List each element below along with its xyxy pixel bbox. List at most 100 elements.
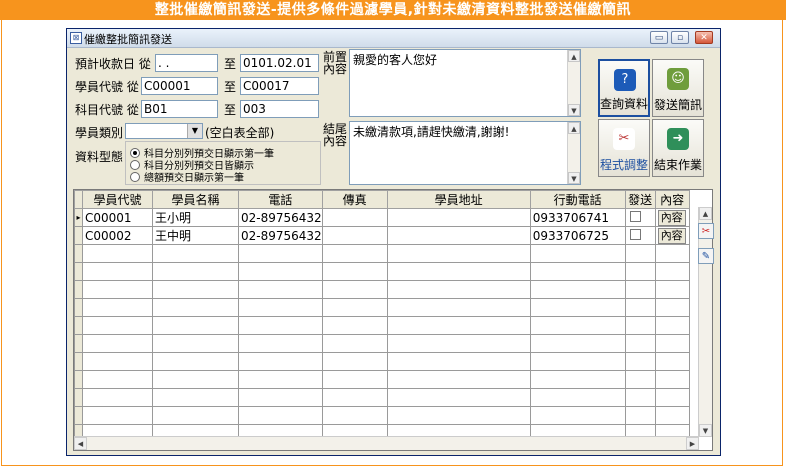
table-cell-phone[interactable] bbox=[238, 388, 323, 407]
subject-to-input[interactable]: 003 bbox=[240, 100, 319, 118]
table-cell-content[interactable] bbox=[654, 262, 690, 281]
table-cell-id[interactable] bbox=[82, 298, 153, 317]
prefix-scrollbar[interactable]: ▲ ▼ bbox=[567, 50, 580, 116]
send-sms-button[interactable]: ☺ 發送簡訊 bbox=[652, 59, 704, 117]
table-row[interactable] bbox=[74, 334, 690, 353]
send-checkbox[interactable] bbox=[629, 228, 641, 240]
table-cell-name[interactable] bbox=[152, 388, 239, 407]
table-cell-fax[interactable] bbox=[321, 298, 388, 317]
table-cell-content[interactable]: 內容 bbox=[654, 208, 690, 227]
table-cell-content[interactable] bbox=[654, 280, 690, 299]
table-cell-address[interactable] bbox=[386, 334, 531, 353]
table-cell-phone[interactable] bbox=[238, 316, 323, 335]
table-cell-address[interactable] bbox=[386, 352, 531, 371]
table-cell-content[interactable] bbox=[654, 406, 690, 425]
table-cell-send[interactable] bbox=[624, 334, 656, 353]
table-cell-fax[interactable] bbox=[321, 226, 388, 245]
table-cell-address[interactable] bbox=[386, 244, 531, 263]
table-row[interactable]: C00002 王中明 02-89756432 0933706725 內容 bbox=[74, 226, 690, 245]
table-cell-phone[interactable] bbox=[238, 352, 323, 371]
column-header[interactable]: 行動電話 bbox=[529, 190, 626, 209]
table-row[interactable] bbox=[74, 262, 690, 281]
table-cell-name[interactable] bbox=[152, 316, 239, 335]
cut-icon[interactable]: ✂ bbox=[698, 223, 714, 239]
table-cell-content[interactable]: 內容 bbox=[654, 226, 690, 245]
table-cell-name[interactable] bbox=[152, 370, 239, 389]
table-cell-content[interactable] bbox=[654, 370, 690, 389]
column-header[interactable]: 內容 bbox=[654, 190, 690, 209]
grid-vertical-scrollbar[interactable]: ▲ ▼ bbox=[698, 207, 712, 437]
table-cell-fax[interactable] bbox=[321, 244, 388, 263]
scroll-down-icon[interactable]: ▼ bbox=[568, 172, 580, 184]
table-cell-send[interactable] bbox=[624, 226, 656, 245]
table-cell-id[interactable] bbox=[82, 244, 153, 263]
table-cell-mobile[interactable] bbox=[529, 388, 626, 407]
data-grid[interactable]: 學員代號 學員名稱 電話 傳真 學員地址 行動電話 發送 內容 ▸ C00001 王… bbox=[73, 189, 713, 451]
table-cell-address[interactable] bbox=[386, 388, 531, 407]
table-cell-address[interactable] bbox=[386, 226, 531, 245]
scroll-down-icon[interactable]: ▼ bbox=[568, 104, 580, 116]
column-header[interactable]: 電話 bbox=[238, 190, 323, 209]
scroll-left-icon[interactable]: ◀ bbox=[74, 437, 87, 450]
table-cell-mobile[interactable] bbox=[529, 406, 626, 425]
table-cell-id[interactable] bbox=[82, 280, 153, 299]
category-select[interactable]: ▼ bbox=[125, 123, 203, 139]
table-cell-address[interactable] bbox=[386, 406, 531, 425]
table-cell-id[interactable] bbox=[82, 388, 153, 407]
table-cell-fax[interactable] bbox=[321, 316, 388, 335]
table-cell-name[interactable] bbox=[152, 262, 239, 281]
table-cell-mobile[interactable] bbox=[529, 352, 626, 371]
table-cell-mobile[interactable]: 0933706741 bbox=[529, 208, 626, 227]
table-cell-send[interactable] bbox=[624, 316, 656, 335]
table-cell-address[interactable] bbox=[386, 280, 531, 299]
table-row[interactable]: ▸ C00001 王小明 02-89756432 0933706741 內容 bbox=[74, 208, 690, 227]
scroll-up-icon[interactable]: ▲ bbox=[699, 207, 712, 220]
table-cell-phone[interactable] bbox=[238, 280, 323, 299]
scroll-up-icon[interactable]: ▲ bbox=[568, 50, 580, 62]
data-type-option-3[interactable]: 總額預交日顯示第一筆 bbox=[130, 169, 244, 184]
chevron-down-icon[interactable]: ▼ bbox=[187, 124, 202, 138]
table-cell-phone[interactable] bbox=[238, 298, 323, 317]
table-cell-id[interactable] bbox=[82, 352, 153, 371]
date-from-input[interactable]: . . bbox=[155, 54, 218, 72]
restore-button[interactable]: ▫ bbox=[671, 31, 689, 44]
table-cell-id[interactable]: C00002 bbox=[82, 226, 153, 245]
table-cell-address[interactable] bbox=[386, 262, 531, 281]
table-cell-send[interactable] bbox=[624, 244, 656, 263]
table-cell-phone[interactable] bbox=[238, 244, 323, 263]
table-cell-id[interactable] bbox=[82, 406, 153, 425]
table-cell-content[interactable] bbox=[654, 352, 690, 371]
table-cell-name[interactable] bbox=[152, 280, 239, 299]
table-cell-name[interactable] bbox=[152, 406, 239, 425]
table-cell-id[interactable] bbox=[82, 370, 153, 389]
table-cell-fax[interactable] bbox=[321, 406, 388, 425]
table-cell-phone[interactable]: 02-89756432 bbox=[238, 226, 323, 245]
student-from-input[interactable]: C00001 bbox=[141, 77, 218, 95]
table-cell-name[interactable] bbox=[152, 244, 239, 263]
table-cell-fax[interactable] bbox=[321, 334, 388, 353]
table-cell-phone[interactable] bbox=[238, 262, 323, 281]
table-cell-id[interactable] bbox=[82, 316, 153, 335]
table-cell-phone[interactable] bbox=[238, 406, 323, 425]
edit-document-icon[interactable]: ✎ bbox=[698, 248, 714, 264]
date-to-input[interactable]: 0101.02.01 bbox=[240, 54, 319, 72]
table-cell-send[interactable] bbox=[624, 208, 656, 227]
table-cell-fax[interactable] bbox=[321, 352, 388, 371]
student-to-input[interactable]: C00017 bbox=[240, 77, 319, 95]
minimize-button[interactable]: ▭ bbox=[650, 31, 668, 44]
exit-button[interactable]: ➜ 結束作業 bbox=[652, 119, 704, 177]
table-row[interactable] bbox=[74, 388, 690, 407]
column-header[interactable]: 傳真 bbox=[321, 190, 388, 209]
table-cell-content[interactable] bbox=[654, 316, 690, 335]
table-cell-phone[interactable] bbox=[238, 334, 323, 353]
table-cell-mobile[interactable] bbox=[529, 298, 626, 317]
table-cell-send[interactable] bbox=[624, 370, 656, 389]
table-cell-id[interactable]: C00001 bbox=[82, 208, 153, 227]
suffix-textarea[interactable]: 未繳清款項,請趕快繳清,謝謝! ▲ ▼ bbox=[349, 121, 581, 185]
table-row[interactable] bbox=[74, 370, 690, 389]
subject-from-input[interactable]: B01 bbox=[141, 100, 218, 118]
table-cell-send[interactable] bbox=[624, 388, 656, 407]
config-button[interactable]: ✂ 程式調整 bbox=[598, 119, 650, 177]
close-button[interactable]: ✕ bbox=[695, 31, 713, 44]
column-header[interactable]: 學員地址 bbox=[386, 190, 531, 209]
